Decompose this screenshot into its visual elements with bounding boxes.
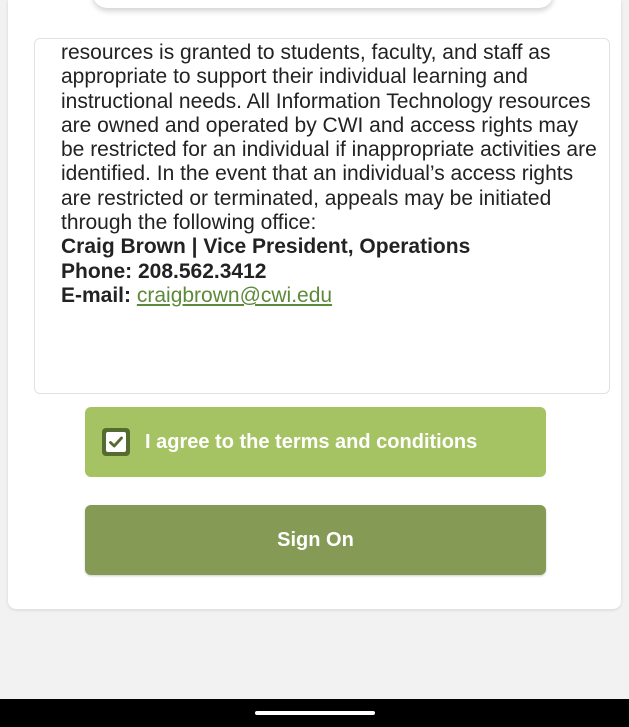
terms-body: resources is granted to students, facult… — [61, 41, 597, 235]
terms-text-box[interactable]: resources is granted to students, facult… — [34, 38, 610, 394]
contact-name: Craig Brown | Vice President, Operations — [61, 235, 471, 259]
system-nav-bar — [0, 699, 629, 727]
sign-on-button[interactable]: Sign On — [85, 505, 546, 575]
agree-checkbox[interactable] — [102, 428, 130, 456]
contact-phone: Phone: 208.562.3412 — [61, 259, 267, 283]
email-label: E-mail: — [61, 283, 132, 307]
check-icon — [106, 432, 126, 452]
home-indicator[interactable] — [255, 711, 375, 715]
login-card: resources is granted to students, facult… — [8, 0, 621, 609]
email-link[interactable]: craigbrown@cwi.edu — [137, 284, 332, 307]
agree-terms-toggle[interactable]: I agree to the terms and conditions — [85, 407, 546, 477]
top-panel-edge — [93, 0, 553, 8]
agree-label: I agree to the terms and conditions — [145, 430, 478, 453]
contact-email-line: E-mail: craigbrown@cwi.edu — [61, 284, 599, 308]
